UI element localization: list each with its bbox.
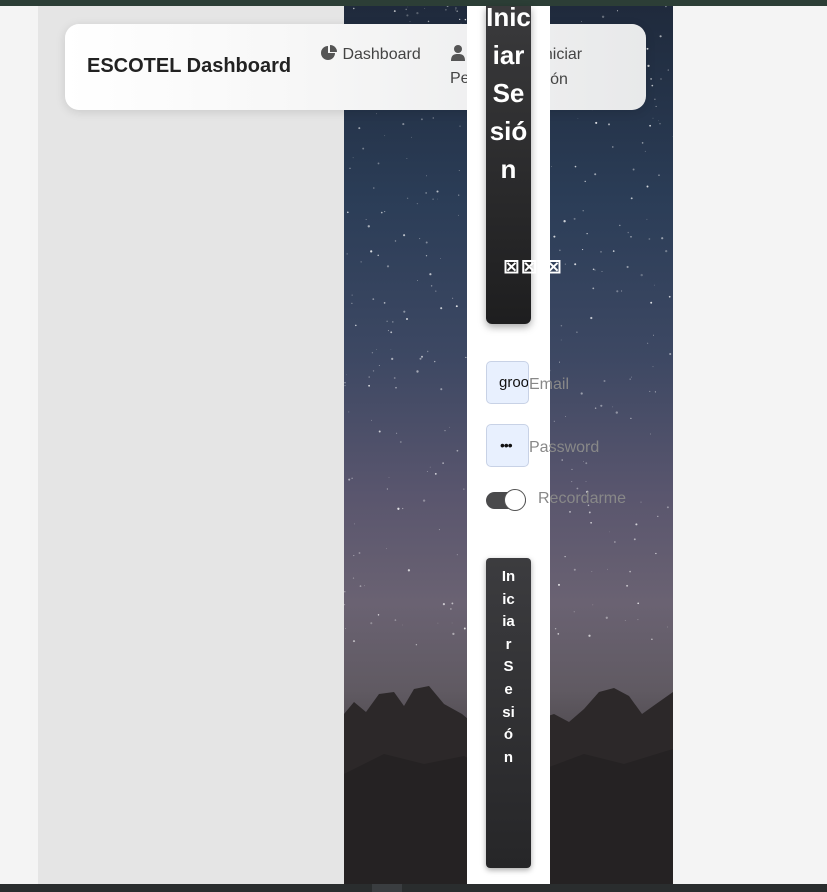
- top-navbar: ESCOTEL Dashboard Dashboard Perfil Inici…: [65, 24, 646, 110]
- social-icons-placeholder[interactable]: ⊠⊠ ⊠: [503, 254, 563, 279]
- login-title: Iniciar Sesión: [486, 2, 531, 184]
- nav-link-dashboard[interactable]: Dashboard: [320, 42, 421, 67]
- left-panel: [38, 6, 344, 884]
- login-card-header: Iniciar Sesión ⊠⊠ ⊠: [486, 2, 562, 324]
- submit-button-label: IniciarSesión: [501, 568, 516, 766]
- brand-title[interactable]: ESCOTEL Dashboard: [87, 55, 291, 78]
- remember-label: Recordarme: [538, 490, 627, 507]
- login-card: Iniciar Sesión ⊠⊠ ⊠ groot@escotel.com Em…: [467, 2, 626, 884]
- nav-label-dashboard: Dashboard: [342, 46, 421, 63]
- email-label: Email: [529, 376, 570, 393]
- user-icon: [451, 45, 465, 61]
- submit-button[interactable]: IniciarSesión: [486, 558, 531, 868]
- password-input[interactable]: •••: [486, 424, 529, 467]
- remember-toggle[interactable]: [486, 489, 526, 511]
- email-input[interactable]: groot@escotel.com: [486, 361, 529, 404]
- password-label: Password: [529, 439, 600, 456]
- toggle-knob: [504, 489, 526, 511]
- chart-pie-icon: [321, 45, 337, 60]
- window-bottom-border: [0, 884, 827, 892]
